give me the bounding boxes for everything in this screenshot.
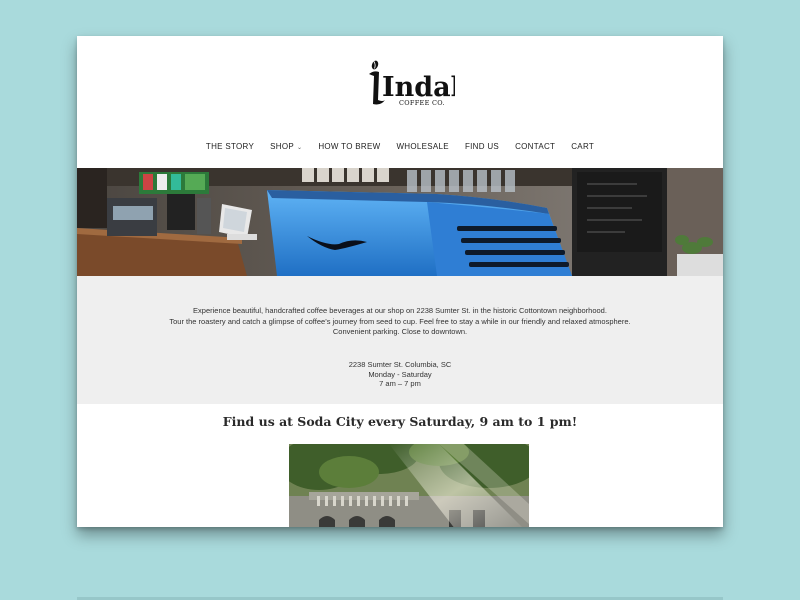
nav-label: HOW TO BREW bbox=[318, 142, 381, 151]
soda-city-heading: Find us at Soda City every Saturday, 9 a… bbox=[222, 414, 578, 429]
shop-info-section: Experience beautiful, handcrafted coffee… bbox=[77, 276, 723, 404]
shop-address-hours: 2238 Sumter St. Columbia, SC Monday - Sa… bbox=[77, 360, 723, 389]
nav-label: CONTACT bbox=[515, 142, 556, 151]
chevron-down-icon: ⌄ bbox=[297, 145, 303, 151]
nav-item-contact[interactable]: CONTACT bbox=[507, 140, 563, 154]
hero-image bbox=[77, 168, 723, 276]
shop-description: Experience beautiful, handcrafted coffee… bbox=[77, 306, 723, 338]
shop-days: Monday - Saturday bbox=[368, 369, 432, 379]
nav-item-shop[interactable]: SHOP ⌄ bbox=[262, 140, 310, 154]
coffee-shop-photo bbox=[77, 168, 723, 276]
description-line: Convenient parking. Close to downtown. bbox=[332, 327, 468, 336]
main-nav: THE STORY SHOP ⌄ HOW TO BREW WHOLESALE FI… bbox=[77, 140, 723, 154]
nav-label: SHOP bbox=[270, 142, 294, 151]
nav-label: FIND US bbox=[464, 142, 500, 151]
nav-item-wholesale[interactable]: WHOLESALE bbox=[388, 140, 457, 154]
nav-label: CART bbox=[571, 142, 595, 151]
nav-item-the-story[interactable]: THE STORY bbox=[198, 140, 262, 154]
description-line: Tour the roastery and catch a glimpse of… bbox=[169, 316, 631, 326]
building-photo bbox=[289, 444, 529, 527]
nav-label: WHOLESALE bbox=[396, 142, 449, 151]
nav-item-how-to-brew[interactable]: HOW TO BREW bbox=[310, 140, 388, 154]
logo-subtext: COFFEE CO. bbox=[399, 99, 445, 107]
nav-item-cart[interactable]: CART bbox=[563, 140, 602, 154]
logo-image: Indah COFFEE CO. bbox=[369, 60, 471, 107]
nav-item-find-us[interactable]: FIND US bbox=[457, 140, 507, 154]
website-page: Indah COFFEE CO. THE STORY SHOP⌄ HOW TO … bbox=[77, 36, 723, 527]
soda-city-photo bbox=[289, 444, 529, 527]
shop-address: 2238 Sumter St. Columbia, SC bbox=[348, 360, 452, 369]
brand-logo[interactable]: Indah COFFEE CO. bbox=[365, 60, 471, 112]
nav-label: THE STORY bbox=[205, 142, 255, 151]
description-line: Experience beautiful, handcrafted coffee… bbox=[193, 306, 607, 315]
shop-hours: 7 am – 7 pm bbox=[379, 379, 421, 388]
